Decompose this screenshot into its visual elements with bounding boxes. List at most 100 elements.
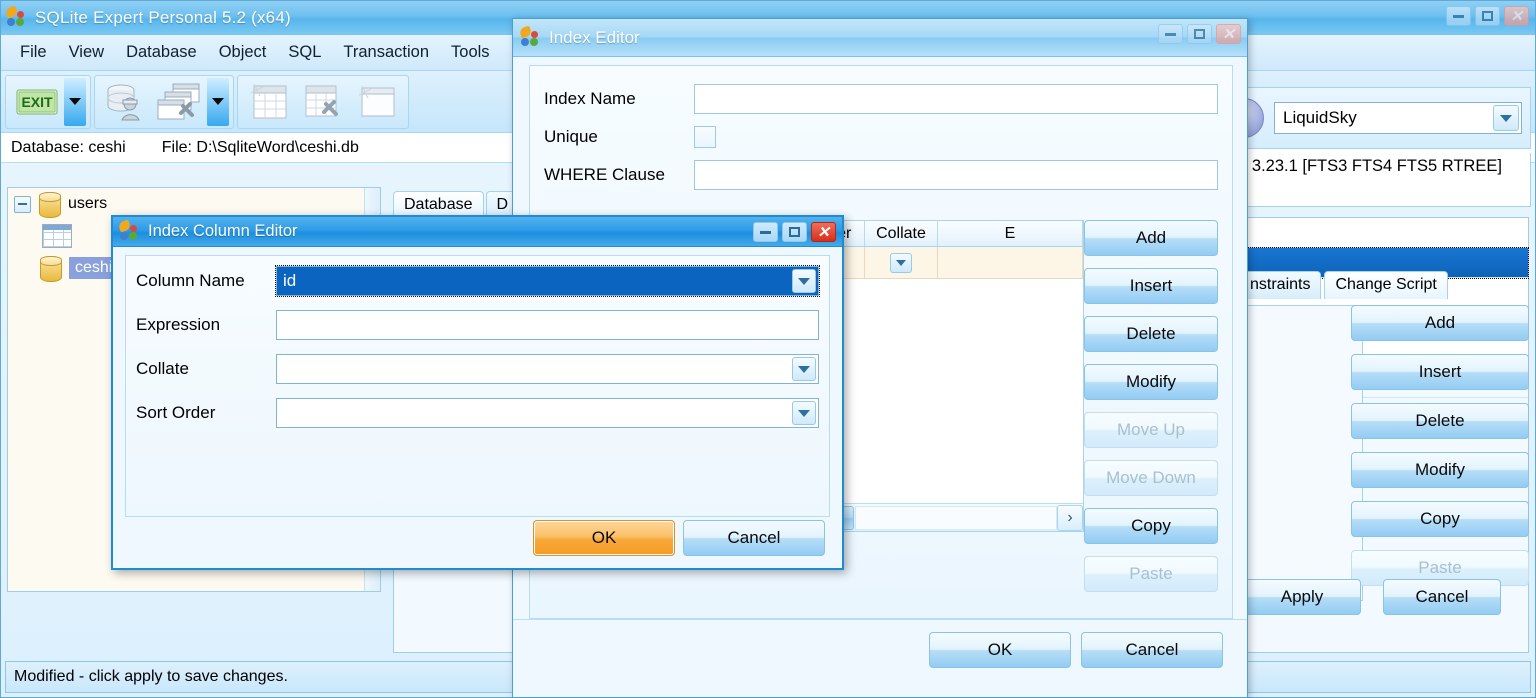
- connection-combo-area: i LiquidSky: [1239, 87, 1531, 149]
- scroll-right-icon[interactable]: ›: [1057, 505, 1083, 531]
- unique-checkbox[interactable]: [694, 126, 716, 148]
- minimize-icon[interactable]: [753, 222, 778, 242]
- menu-view[interactable]: View: [58, 38, 115, 67]
- index-editor-title: Index Editor: [549, 28, 640, 48]
- ok-button[interactable]: OK: [533, 520, 675, 556]
- sort-order-label: Sort Order: [136, 403, 276, 423]
- exit-icon[interactable]: EXIT: [10, 78, 64, 126]
- edit-table-icon[interactable]: [296, 78, 350, 126]
- editor-tab-strip: nstraints Change Script: [1239, 265, 1531, 299]
- menu-object[interactable]: Object: [208, 38, 278, 67]
- scrollbar-track[interactable]: [855, 506, 1057, 530]
- svg-text:EXIT: EXIT: [21, 94, 53, 110]
- chevron-down-icon[interactable]: [792, 269, 816, 293]
- index-editor-footer: OK Cancel: [513, 619, 1247, 697]
- add-button[interactable]: Add: [1351, 305, 1529, 341]
- insert-button[interactable]: Insert: [1084, 268, 1218, 304]
- where-clause-input[interactable]: [694, 160, 1218, 190]
- menu-tools[interactable]: Tools: [440, 38, 501, 67]
- grid-header-expression[interactable]: E: [938, 221, 1083, 246]
- unique-label: Unique: [544, 127, 694, 147]
- maximize-icon[interactable]: [1187, 24, 1212, 44]
- delete-button[interactable]: Delete: [1351, 403, 1529, 439]
- collapse-icon[interactable]: [14, 196, 31, 213]
- copy-button[interactable]: Copy: [1084, 508, 1218, 544]
- editor-button-column: Add Insert Delete Modify Copy Paste: [1351, 305, 1529, 586]
- menu-transaction[interactable]: Transaction: [332, 38, 440, 67]
- cancel-button[interactable]: Cancel: [683, 520, 825, 556]
- grid-header-collate[interactable]: Collate: [865, 221, 938, 246]
- apply-button[interactable]: Apply: [1243, 579, 1361, 615]
- close-icon[interactable]: ✕: [1504, 6, 1529, 26]
- index-editor-titlebar[interactable]: Index Editor ✕: [513, 19, 1247, 57]
- table-tools-icon[interactable]: [153, 78, 207, 126]
- expression-label: Expression: [136, 315, 276, 335]
- modify-button[interactable]: Modify: [1351, 452, 1529, 488]
- toolbar-group-database: [94, 75, 234, 129]
- minimize-icon[interactable]: [1158, 24, 1183, 44]
- index-name-input[interactable]: [694, 84, 1218, 114]
- editor-list-box[interactable]: [1239, 305, 1363, 601]
- collate-label: Collate: [136, 359, 276, 379]
- database-dropdown-arrow[interactable]: [207, 78, 229, 126]
- menu-file[interactable]: File: [9, 38, 58, 67]
- column-name-row: Column Name id: [126, 262, 829, 300]
- column-name-value: id: [277, 271, 296, 291]
- unique-row: Unique: [530, 126, 1232, 148]
- sort-order-row: Sort Order: [126, 394, 829, 432]
- chevron-down-icon[interactable]: [792, 401, 816, 425]
- collate-row: Collate: [126, 350, 829, 388]
- sqlite-version-text: ll 3.23.1 [FTS3 FTS4 FTS5 RTREE]: [1239, 153, 1531, 207]
- expression-input[interactable]: [276, 310, 819, 340]
- chevron-down-icon[interactable]: [890, 253, 912, 273]
- tab-constraints[interactable]: nstraints: [1239, 271, 1321, 299]
- app-title: SQLite Expert Personal 5.2 (x64): [35, 8, 291, 28]
- cancel-button[interactable]: Cancel: [1081, 632, 1223, 668]
- expression-row: Expression: [126, 306, 829, 344]
- connection-combo[interactable]: LiquidSky: [1274, 102, 1522, 134]
- toolbar-group-exit: EXIT: [5, 75, 91, 129]
- exit-dropdown-arrow[interactable]: [64, 78, 86, 126]
- tab-change-script[interactable]: Change Script: [1324, 271, 1447, 299]
- index-editor-button-column: Add Insert Delete Modify Move Up Move Do…: [1084, 220, 1218, 604]
- move-up-button: Move Up: [1084, 412, 1218, 448]
- move-down-button: Move Down: [1084, 460, 1218, 496]
- database-name-label: Database: ceshi: [11, 139, 126, 157]
- paste-button: Paste: [1084, 556, 1218, 592]
- editor-footer-buttons: Apply Cancel: [1239, 579, 1531, 615]
- cancel-button[interactable]: Cancel: [1383, 579, 1501, 615]
- menu-sql[interactable]: SQL: [277, 38, 332, 67]
- close-icon[interactable]: ✕: [811, 222, 836, 242]
- menu-database[interactable]: Database: [115, 38, 208, 67]
- maximize-icon[interactable]: [1475, 6, 1500, 26]
- filter-cell-expression[interactable]: [938, 247, 1083, 278]
- index-column-editor-window-controls: ✕: [753, 222, 836, 242]
- ok-button[interactable]: OK: [929, 632, 1071, 668]
- sort-order-combobox[interactable]: [276, 398, 819, 428]
- index-column-editor-titlebar[interactable]: Index Column Editor ✕: [113, 217, 842, 247]
- modify-button[interactable]: Modify: [1084, 364, 1218, 400]
- database-user-icon[interactable]: [99, 78, 153, 126]
- copy-button[interactable]: Copy: [1351, 501, 1529, 537]
- delete-button[interactable]: Delete: [1084, 316, 1218, 352]
- column-name-combobox[interactable]: id: [276, 266, 819, 296]
- chevron-down-icon[interactable]: [1493, 105, 1519, 131]
- column-name-label: Column Name: [136, 271, 276, 291]
- database-file-label: File: D:\SqliteWord\ceshi.db: [162, 139, 359, 157]
- index-name-row: Index Name: [530, 84, 1232, 114]
- new-view-icon[interactable]: [350, 78, 404, 126]
- index-editor-window-controls: ✕: [1158, 24, 1241, 44]
- filter-cell-collate[interactable]: [865, 247, 938, 278]
- toolbar-group-tables: [237, 75, 409, 129]
- sqlite-expert-icon: [5, 7, 27, 29]
- collate-combobox[interactable]: [276, 354, 819, 384]
- status-bar-text: Modified - click apply to save changes.: [14, 668, 288, 686]
- add-button[interactable]: Add: [1084, 220, 1218, 256]
- chevron-down-icon[interactable]: [792, 357, 816, 381]
- close-icon[interactable]: ✕: [1216, 24, 1241, 44]
- minimize-icon[interactable]: [1446, 6, 1471, 26]
- new-table-icon[interactable]: [242, 78, 296, 126]
- table-icon: [42, 224, 72, 248]
- insert-button[interactable]: Insert: [1351, 354, 1529, 390]
- maximize-icon[interactable]: [782, 222, 807, 242]
